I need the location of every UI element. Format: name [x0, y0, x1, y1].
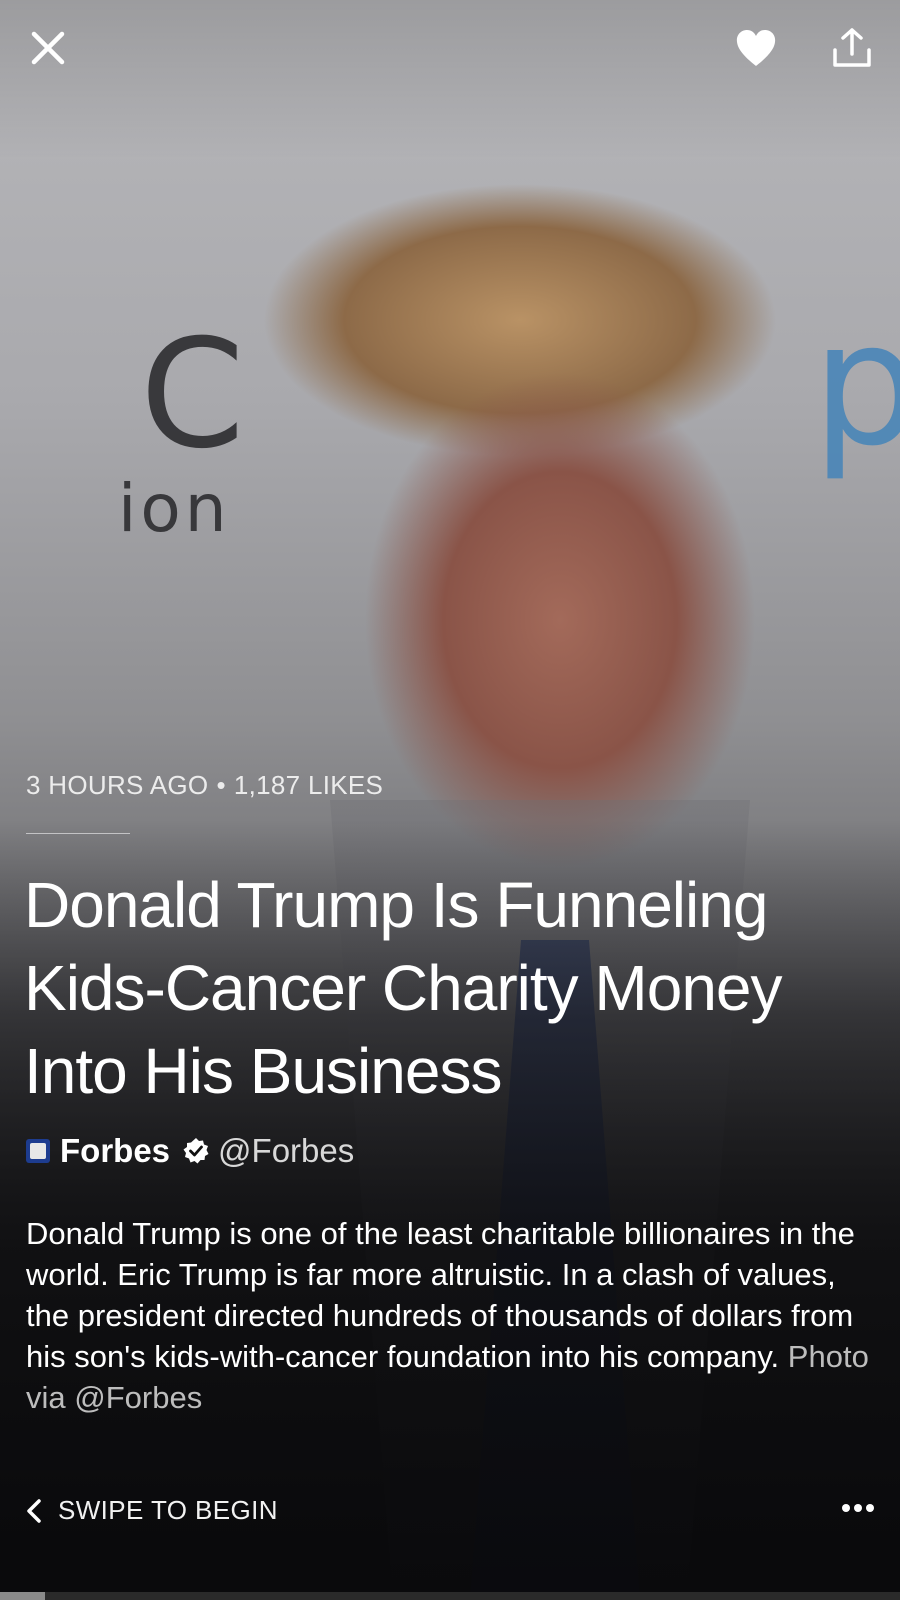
likes-count: 1,187 LIKES [233, 770, 384, 800]
verified-badge-icon [182, 1137, 210, 1165]
article-headline[interactable]: Donald Trump Is Funneling Kids-Cancer Ch… [24, 864, 874, 1113]
story-progress-fill [0, 1592, 45, 1600]
chevron-left-icon [26, 1498, 42, 1524]
forbes-logo-icon [26, 1139, 50, 1163]
article-meta: 3 HOURS AGO • 1,187 LIKES [26, 770, 383, 801]
meta-divider [26, 833, 130, 834]
article-description: Donald Trump is one of the least charita… [26, 1213, 876, 1418]
time-ago: 3 HOURS AGO [26, 770, 209, 800]
story-screen: C ion p 3 HOURS AGO • 1,187 LIKES Donald T… [0, 0, 900, 1600]
heart-icon [736, 30, 776, 66]
source-name[interactable]: Forbes [60, 1132, 170, 1170]
story-progress-track [0, 1592, 900, 1600]
backdrop-sign-art: C [140, 308, 245, 482]
like-button[interactable] [730, 22, 782, 74]
more-options-button[interactable] [838, 1490, 878, 1526]
swipe-label: SWIPE TO BEGIN [58, 1495, 278, 1525]
swipe-to-begin[interactable]: SWIPE TO BEGIN [26, 1495, 278, 1526]
close-button[interactable] [22, 22, 74, 74]
more-icon-dot [866, 1504, 874, 1512]
more-icon-dot [854, 1504, 862, 1512]
backdrop-sign-art-3: p [812, 286, 900, 484]
share-icon [833, 28, 871, 67]
share-button[interactable] [826, 22, 878, 74]
source-attribution[interactable]: Forbes @Forbes [26, 1132, 354, 1170]
backdrop-sign-art-2: ion [118, 470, 231, 547]
more-icon [842, 1504, 850, 1512]
source-handle[interactable]: @Forbes [218, 1132, 354, 1170]
description-text: Donald Trump is one of the least charita… [26, 1216, 855, 1374]
close-icon [31, 31, 65, 65]
meta-separator: • [216, 770, 226, 800]
